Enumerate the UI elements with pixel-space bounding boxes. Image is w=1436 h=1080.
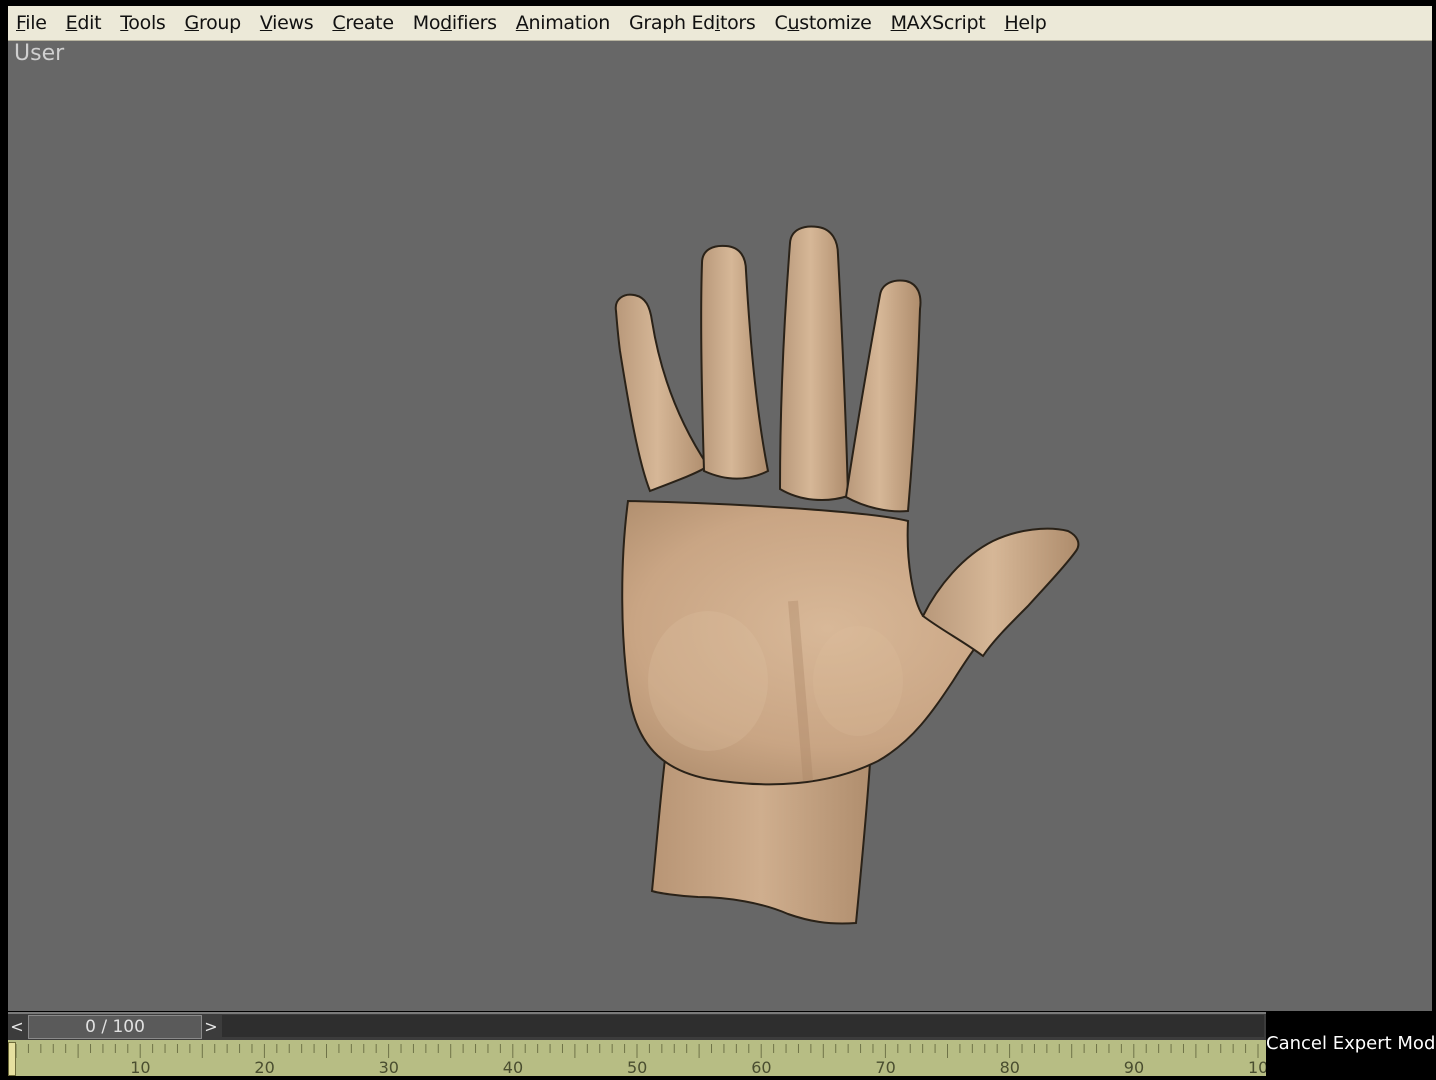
track-tick-label: 20	[254, 1058, 275, 1076]
ring-finger	[700, 244, 770, 480]
track-tick-label: 60	[751, 1058, 772, 1076]
menu-item-graph-editors[interactable]: Graph Editors	[621, 8, 767, 38]
time-slider[interactable]: < 0 / 100 >	[8, 1012, 1266, 1040]
next-frame-button[interactable]: >	[202, 1016, 220, 1038]
max-window: File Edit Tools Group Views Create Modifiers An…	[0, 0, 1436, 1080]
time-slider-thumb[interactable]: 0 / 100	[28, 1015, 202, 1039]
track-tick-label: 30	[378, 1058, 399, 1076]
prev-frame-button[interactable]: <	[8, 1016, 26, 1038]
user-viewport[interactable]: User	[8, 41, 1432, 1011]
track-bar[interactable]: 10 20 30 40 50 60 70 80 90 10	[8, 1040, 1266, 1076]
track-tick-label: 90	[1123, 1058, 1145, 1076]
menu-item-create[interactable]: Create	[324, 8, 404, 38]
menu-item-views[interactable]: Views	[252, 8, 325, 38]
menu-item-file[interactable]: File	[8, 8, 58, 38]
menu-item-animation[interactable]: Animation	[508, 8, 621, 38]
track-tick-label: 40	[502, 1058, 524, 1076]
menu-item-modifiers[interactable]: Modifiers	[405, 8, 508, 38]
time-slider-track[interactable]	[222, 1015, 1264, 1037]
menu-item-customize[interactable]: Customize	[767, 8, 883, 38]
track-tick-label: 10	[1248, 1058, 1266, 1076]
track-tick-label: 70	[875, 1058, 896, 1076]
menu-item-tools[interactable]: Tools	[112, 8, 176, 38]
menu-item-group[interactable]: Group	[177, 8, 252, 38]
pinky-finger	[614, 293, 710, 493]
track-tick-label: 50	[627, 1058, 648, 1076]
menu-item-maxscript[interactable]: MAXScript	[883, 8, 997, 38]
current-frame-marker[interactable]	[8, 1042, 16, 1076]
index-finger	[844, 279, 922, 513]
cancel-expert-mode-button[interactable]: Cancel Expert Mode	[1266, 1030, 1436, 1058]
track-tick-label: 80	[999, 1058, 1020, 1076]
hand-model[interactable]	[8, 41, 1432, 1011]
menu-item-help[interactable]: Help	[996, 8, 1057, 38]
track-tick-label: 10	[130, 1058, 151, 1076]
menu-item-edit[interactable]: Edit	[58, 8, 113, 38]
menu-bar: File Edit Tools Group Views Create Modifiers An…	[8, 6, 1432, 41]
middle-finger	[778, 225, 850, 501]
